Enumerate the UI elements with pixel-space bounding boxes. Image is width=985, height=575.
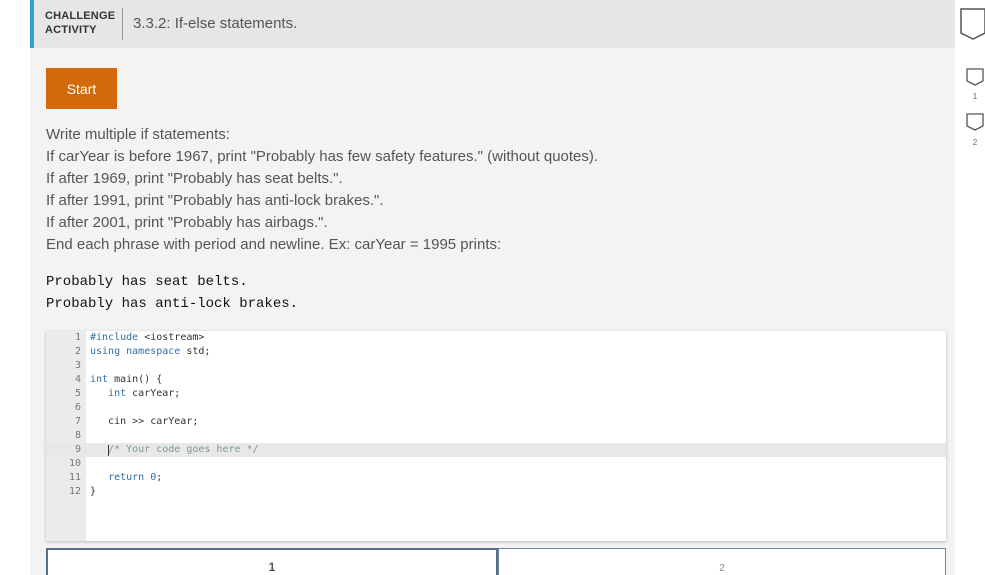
progress-tabs: 1 2: [46, 548, 946, 575]
code-line[interactable]: 8: [46, 429, 946, 443]
instruction-line: If after 2001, print "Probably has airba…: [46, 214, 328, 231]
activity-completion-icon: [960, 8, 985, 40]
instruction-line: If after 1969, print "Probably has seat …: [46, 170, 343, 187]
line-number: 1: [74, 332, 81, 343]
code-line[interactable]: 6: [46, 401, 946, 415]
code-line[interactable]: 5 int carYear;: [46, 387, 946, 401]
instruction-line: If carYear is before 1967, print "Probab…: [46, 148, 599, 165]
line-number: 2: [74, 346, 81, 357]
code-text: using namespace std;: [90, 346, 211, 357]
instruction-line: End each phrase with period and newline.…: [46, 236, 502, 253]
tag-line-2: ACTIVITY: [45, 24, 97, 36]
line-number: 4: [74, 374, 81, 385]
code-line[interactable]: 11 return 0;: [46, 471, 946, 485]
tag-line-1: CHALLENGE: [45, 10, 116, 22]
level-1-completion-icon: [966, 68, 984, 86]
activity-title: 3.3.2: If-else statements.: [133, 15, 298, 32]
instructions: Write multiple if statements: If carYear…: [46, 124, 906, 256]
code-editor[interactable]: 1 #include <iostream> 2 using namespace std…: [46, 331, 946, 541]
line-number: 12: [68, 486, 81, 497]
code-line[interactable]: 4 int main() {: [46, 373, 946, 387]
level-tab-1[interactable]: 1: [46, 548, 498, 575]
code-text: return 0;: [108, 472, 163, 483]
code-line[interactable]: 3: [46, 359, 946, 373]
level-tab-2[interactable]: 2: [498, 548, 946, 575]
code-line[interactable]: 2 using namespace std;: [46, 345, 946, 359]
code-line[interactable]: 10: [46, 457, 946, 471]
code-text: int main() {: [90, 374, 163, 385]
line-number: 11: [68, 472, 81, 483]
line-number: 6: [74, 402, 81, 413]
challenge-activity-tag: CHALLENGE ACTIVITY: [45, 9, 115, 37]
instruction-line: If after 1991, print "Probably has anti-…: [46, 192, 384, 209]
expected-output-line: Probably has anti-lock brakes.: [46, 296, 299, 312]
line-number: 3: [74, 360, 81, 371]
line-number: 8: [74, 430, 81, 441]
instruction-line: Write multiple if statements:: [46, 126, 230, 143]
level-2-completion-icon: [966, 113, 984, 131]
code-line[interactable]: 9 /* Your code goes here */: [46, 443, 946, 457]
challenge-header: CHALLENGE ACTIVITY 3.3.2: If-else statem…: [30, 0, 985, 48]
code-text: }: [90, 486, 97, 497]
line-number: 5: [74, 388, 81, 399]
expected-output: Probably has seat belts. Probably has an…: [46, 271, 298, 315]
code-text: #include <iostream>: [90, 332, 205, 343]
code-line[interactable]: 12}: [46, 485, 946, 499]
level-2-number: 2: [972, 138, 978, 147]
code-text: cin >> carYear;: [90, 416, 199, 427]
start-button[interactable]: Start: [46, 68, 117, 109]
code-text: int carYear;: [108, 388, 181, 399]
code-text: /* Your code goes here */: [108, 444, 259, 455]
header-divider: [122, 8, 123, 40]
line-number: 9: [74, 444, 81, 455]
expected-output-line: Probably has seat belts.: [46, 274, 248, 290]
text-cursor: [108, 445, 109, 456]
line-number: 7: [74, 416, 81, 427]
level-1-number: 1: [972, 92, 978, 101]
code-line[interactable]: 1 #include <iostream>: [46, 331, 946, 345]
code-line[interactable]: 7 cin >> carYear;: [46, 415, 946, 429]
line-number: 10: [68, 458, 81, 469]
